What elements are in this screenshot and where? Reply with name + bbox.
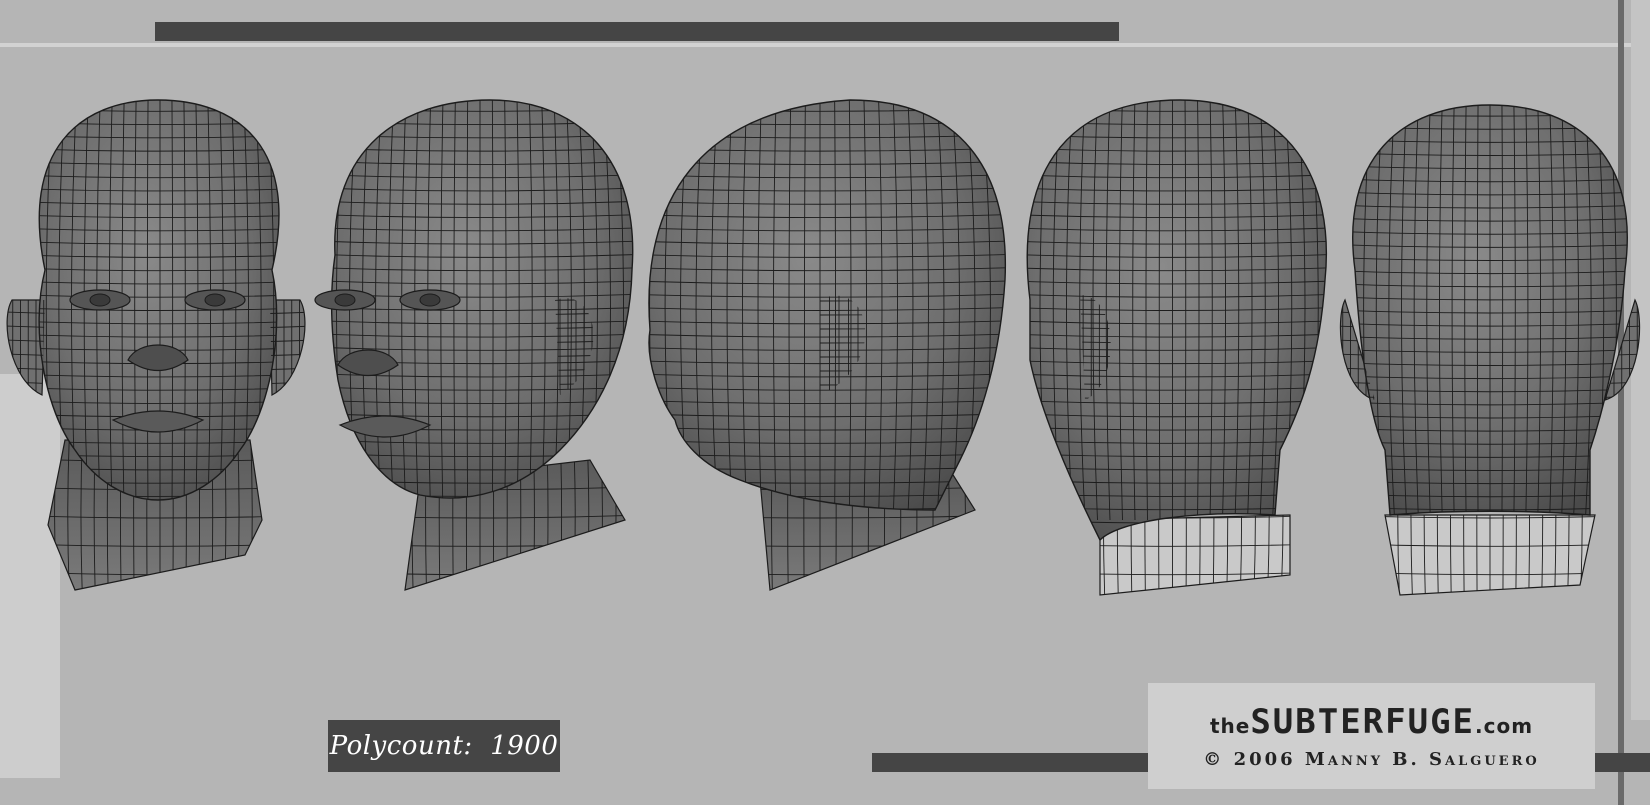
head-mesh <box>330 99 634 499</box>
side-profile-view <box>648 99 1007 591</box>
neck-mesh <box>1099 514 1291 596</box>
head-mesh <box>648 99 1007 511</box>
front-view <box>6 99 306 591</box>
eye-mesh <box>334 293 356 307</box>
eye-mesh <box>89 293 111 307</box>
logo-main: SUBTERFUGE <box>1250 702 1476 742</box>
logo-prefix: the <box>1209 714 1251 738</box>
eye-mesh <box>419 293 441 307</box>
head-mesh <box>1026 99 1327 542</box>
three-quarter-view <box>314 99 634 591</box>
copyright-text: © 2006 Manny B. Salguero <box>1203 749 1540 770</box>
logo-suffix: .com <box>1475 714 1534 738</box>
rear-three-quarter-view <box>1026 99 1327 596</box>
polycount-caption: Polycount: <box>329 731 473 761</box>
back-view <box>1339 104 1641 596</box>
credit-panel: theSUBTERFUGE.com © 2006 Manny B. Salgue… <box>1148 683 1595 789</box>
polycount-value: 1900 <box>490 731 559 761</box>
site-logo: theSUBTERFUGE.com <box>1148 705 1595 739</box>
eye-mesh <box>204 293 226 307</box>
polycount-label: Polycount: 1900 <box>328 720 560 772</box>
